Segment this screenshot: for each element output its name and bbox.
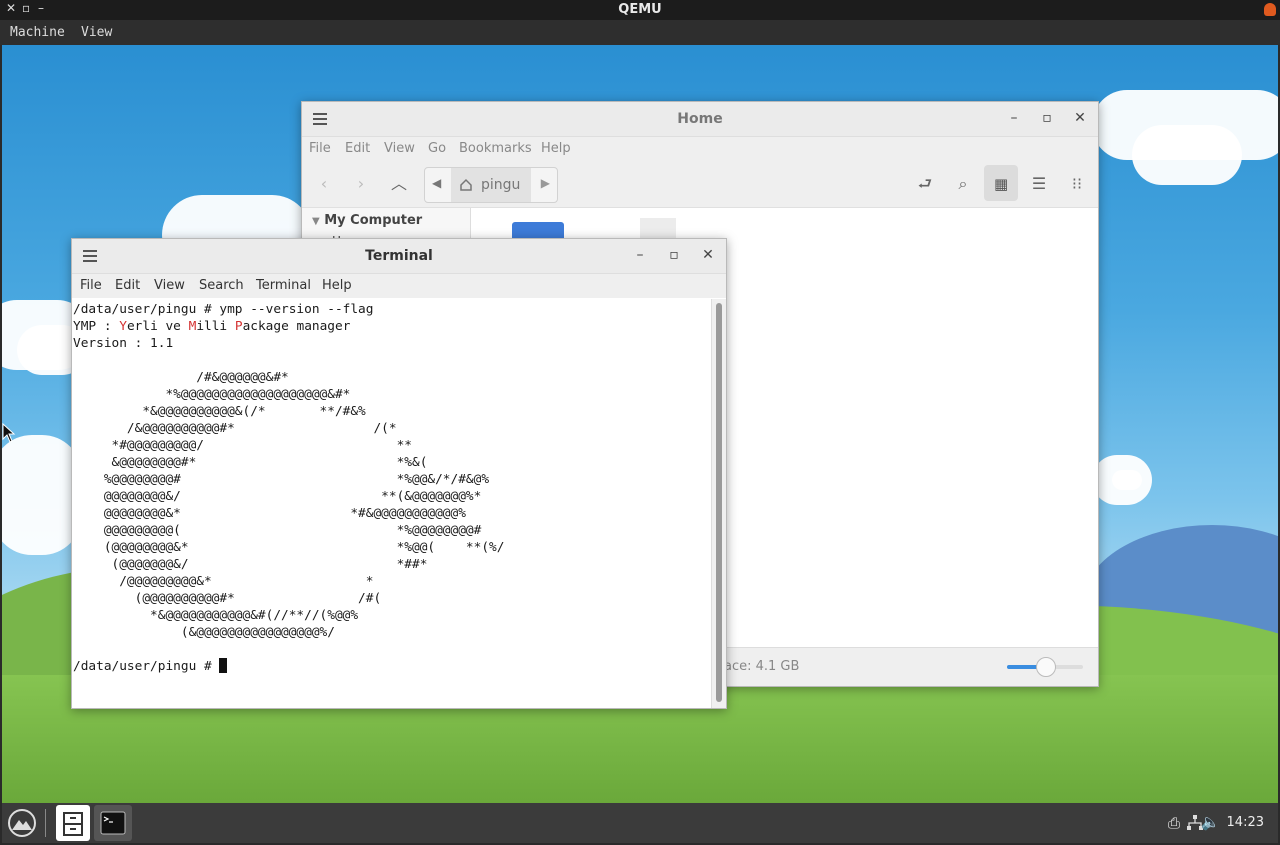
- term-menu-search[interactable]: Search: [199, 278, 244, 293]
- terminal-ascii-logo: /#&@@@@@@&#* *%@@@@@@@@@@@@@@@@@@@&#* *&…: [103, 370, 505, 640]
- term-menu-terminal[interactable]: Terminal: [256, 278, 311, 293]
- grid-view-icon: ▦: [994, 175, 1009, 193]
- qemu-window-title: QEMU: [618, 2, 662, 17]
- qemu-logo-icon: [1264, 3, 1276, 16]
- maximize-button[interactable]: ▫: [664, 245, 684, 265]
- maximize-button[interactable]: ▫: [1037, 108, 1057, 128]
- distro-logo-icon: [8, 809, 36, 837]
- file-manager-title: Home: [677, 111, 723, 127]
- printer-icon[interactable]: ⎙: [1168, 814, 1180, 832]
- sidebar-section-my-computer[interactable]: ▼ My Computer: [312, 213, 422, 228]
- qemu-menu-view[interactable]: View: [81, 25, 112, 40]
- terminal-command-line: /data/user/pingu # ymp --version --flag: [73, 302, 374, 317]
- terminal-menubar: File Edit View Search Terminal Help: [72, 274, 726, 298]
- terminal-version-line: Version : 1.1: [73, 336, 174, 351]
- terminal-window: Terminal – ▫ ✕ File Edit View Search Ter…: [71, 238, 727, 709]
- path-left-arrow-icon[interactable]: ◀: [432, 176, 441, 190]
- term-menu-view[interactable]: View: [154, 278, 185, 293]
- chevron-down-icon: ▼: [312, 216, 320, 227]
- path-right-arrow-icon[interactable]: ▶: [541, 176, 550, 190]
- up-arrow-icon[interactable]: ︿: [388, 173, 410, 195]
- terminal-scrollbar[interactable]: [711, 299, 726, 708]
- qemu-titlebar: ✕ ▫ – QEMU: [0, 0, 1280, 20]
- back-arrow-icon[interactable]: ‹: [313, 173, 335, 195]
- term-menu-file[interactable]: File: [80, 278, 102, 293]
- path-bar: ◀ pingu ▶: [424, 167, 558, 203]
- fm-menu-view[interactable]: View: [384, 141, 415, 156]
- scrollbar-thumb[interactable]: [716, 303, 722, 702]
- path-segment-label: pingu: [481, 177, 521, 193]
- terminal-prompt: /data/user/pingu #: [73, 659, 220, 674]
- toggle-location-icon[interactable]: ⮐: [914, 173, 936, 195]
- file-cabinet-icon: [63, 812, 83, 836]
- clock[interactable]: 14:23: [1227, 815, 1264, 830]
- terminal-icon: [100, 811, 126, 835]
- file-manager-toolbar: ‹ › ︿ ◀ pingu ▶ ⮐ ⌕ ▦ ☰ ⁝⁝: [302, 161, 1098, 208]
- volume-icon[interactable]: 🔈: [1201, 813, 1220, 831]
- file-manager-menubar: File Edit View Go Bookmarks Help: [302, 137, 1098, 161]
- home-icon: [460, 178, 472, 191]
- compact-view-icon[interactable]: ⁝⁝: [1066, 173, 1088, 195]
- icon-view-button[interactable]: ▦: [984, 165, 1018, 201]
- search-icon[interactable]: ⌕: [952, 173, 974, 195]
- start-menu-button[interactable]: [4, 805, 40, 841]
- zoom-slider[interactable]: [1007, 657, 1083, 677]
- free-space-label: ace: 4.1 GB: [724, 659, 800, 674]
- term-menu-help[interactable]: Help: [322, 278, 352, 293]
- terminal-cursor: [219, 658, 228, 673]
- file-manager-titlebar[interactable]: Home – ▫ ✕: [302, 102, 1098, 137]
- minimize-button[interactable]: –: [630, 245, 650, 265]
- zoom-slider-handle[interactable]: [1036, 657, 1056, 677]
- cloud: [1132, 125, 1242, 185]
- cloud: [1112, 470, 1142, 490]
- taskbar-separator: [45, 809, 46, 837]
- qemu-menubar: Machine View: [0, 20, 1280, 45]
- list-view-icon[interactable]: ☰: [1028, 173, 1050, 195]
- fm-menu-bookmarks[interactable]: Bookmarks: [459, 141, 532, 156]
- cloud: [2, 435, 82, 555]
- minimize-button[interactable]: –: [1004, 108, 1024, 128]
- terminal-titlebar[interactable]: Terminal – ▫ ✕: [72, 239, 726, 274]
- term-menu-edit[interactable]: Edit: [115, 278, 140, 293]
- taskbar: ⎙ 🔈 14:23: [2, 803, 1278, 843]
- fm-menu-help[interactable]: Help: [541, 141, 571, 156]
- terminal-output[interactable]: /data/user/pingu # ymp --version --flag …: [72, 299, 712, 708]
- fm-menu-file[interactable]: File: [309, 141, 331, 156]
- terminal-ymp-line: YMP : Yerli ve Milli Package manager: [73, 319, 351, 334]
- close-button[interactable]: ✕: [698, 245, 718, 265]
- taskbar-file-manager-button[interactable]: [56, 805, 90, 841]
- fm-menu-go[interactable]: Go: [428, 141, 446, 156]
- forward-arrow-icon[interactable]: ›: [350, 173, 372, 195]
- path-segment-home[interactable]: pingu: [451, 168, 531, 202]
- mouse-pointer-icon: [2, 423, 16, 443]
- sidebar-heading-label: My Computer: [324, 213, 423, 228]
- terminal-title: Terminal: [365, 248, 433, 264]
- taskbar-terminal-button[interactable]: [94, 805, 132, 841]
- qemu-menu-machine[interactable]: Machine: [10, 25, 65, 40]
- fm-menu-edit[interactable]: Edit: [345, 141, 370, 156]
- close-button[interactable]: ✕: [1070, 108, 1090, 128]
